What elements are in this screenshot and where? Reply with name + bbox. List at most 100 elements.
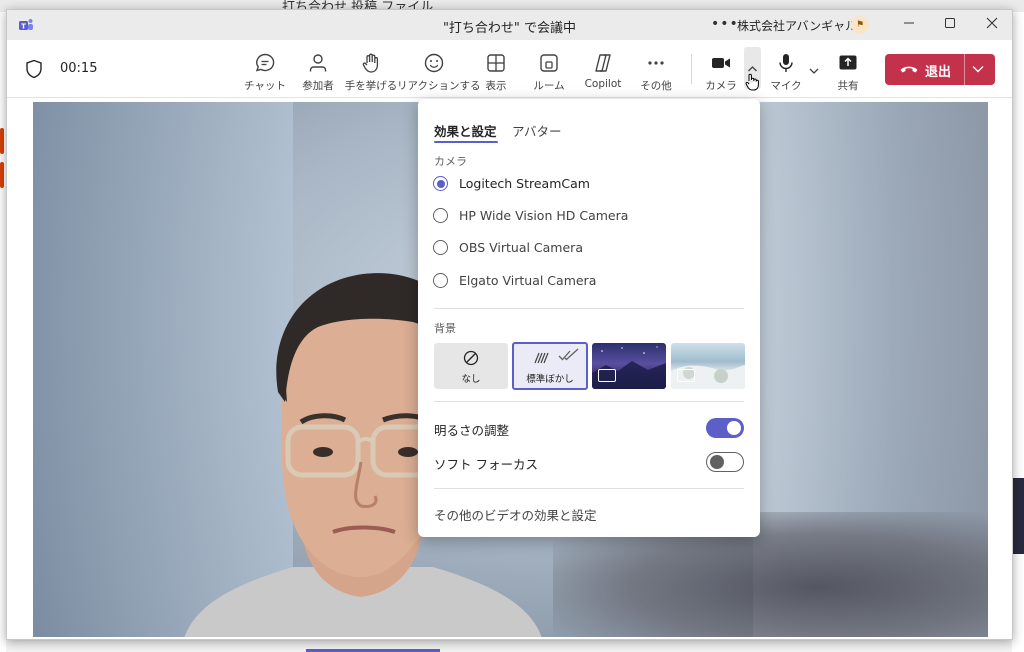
night-landscape-image bbox=[592, 346, 666, 389]
camera-option-label: Elgato Virtual Camera bbox=[459, 273, 597, 288]
titlebar-more-icon[interactable]: ••• bbox=[711, 16, 739, 32]
chat-label: チャット bbox=[244, 80, 286, 92]
mic-label: マイク bbox=[770, 80, 802, 92]
soft-focus-toggle-row: ソフト フォーカス bbox=[434, 452, 744, 472]
background-image-option[interactable] bbox=[592, 343, 666, 389]
copilot-label: Copilot bbox=[584, 78, 622, 90]
chat-button[interactable]: チャット bbox=[235, 48, 295, 94]
radio-unselected[interactable] bbox=[433, 240, 448, 255]
camera-option[interactable]: OBS Virtual Camera bbox=[433, 238, 733, 258]
toggle-knob bbox=[710, 455, 724, 469]
active-tab-indicator bbox=[434, 141, 498, 143]
background-dark-panel bbox=[1012, 478, 1024, 554]
maximize-icon bbox=[945, 18, 955, 28]
raise-hand-button[interactable]: 手を挙げる bbox=[341, 48, 401, 94]
tab-effects-settings[interactable]: 効果と設定 bbox=[434, 121, 497, 140]
mic-icon bbox=[779, 54, 793, 72]
more-label: その他 bbox=[640, 80, 672, 92]
shield-icon[interactable] bbox=[25, 59, 43, 79]
camera-option[interactable]: Logitech StreamCam bbox=[433, 174, 733, 194]
leave-label: 退出 bbox=[925, 65, 952, 80]
toggle-knob bbox=[727, 421, 741, 435]
more-button[interactable]: その他 bbox=[626, 48, 686, 94]
meeting-timer: 00:15 bbox=[60, 61, 98, 76]
camera-options-popup: 効果と設定 アバター カメラ Logitech StreamCam HP Wid… bbox=[418, 99, 760, 537]
section-divider bbox=[434, 308, 744, 309]
background-blur-option[interactable]: 標準ぼかし bbox=[512, 342, 588, 390]
camera-option[interactable]: HP Wide Vision HD Camera bbox=[433, 206, 733, 226]
tab-avatar[interactable]: アバター bbox=[512, 121, 562, 140]
hand-cursor-icon bbox=[745, 73, 759, 91]
section-divider bbox=[434, 401, 744, 402]
view-grid-icon bbox=[487, 54, 505, 72]
share-icon bbox=[839, 55, 857, 70]
section-divider bbox=[434, 488, 744, 489]
camera-icon bbox=[712, 58, 730, 68]
raise-hand-icon bbox=[362, 53, 379, 73]
background-orange-marker bbox=[0, 162, 4, 188]
react-label: リアクションする bbox=[397, 80, 481, 92]
minimize-button[interactable] bbox=[897, 14, 921, 36]
share-button[interactable]: 共有 bbox=[825, 48, 871, 94]
mic-button[interactable]: マイク bbox=[763, 48, 809, 94]
participants-button[interactable]: 参加者 bbox=[288, 48, 348, 94]
leave-button[interactable]: 退出 bbox=[885, 54, 995, 85]
radio-unselected[interactable] bbox=[433, 273, 448, 288]
soft-focus-label: ソフト フォーカス bbox=[434, 457, 538, 472]
phone-hangup-icon bbox=[900, 66, 918, 73]
chat-icon bbox=[255, 53, 275, 72]
camera-option[interactable]: Elgato Virtual Camera bbox=[433, 271, 733, 291]
brightness-toggle[interactable] bbox=[706, 418, 744, 438]
title-bar: T "打ち合わせ" で会議中 ••• 株式会社アバンギャルド ⚑ bbox=[7, 10, 1012, 40]
share-label: 共有 bbox=[837, 80, 859, 92]
video-background-icon bbox=[677, 369, 695, 382]
double-check-icon bbox=[558, 348, 579, 361]
radio-selected[interactable] bbox=[433, 176, 448, 191]
background-none-label: なし bbox=[461, 374, 481, 385]
blur-icon bbox=[534, 352, 549, 364]
copilot-icon bbox=[595, 54, 611, 72]
background-right-pane bbox=[1012, 12, 1024, 652]
background-orange-marker bbox=[0, 128, 4, 154]
camera-option-label: Logitech StreamCam bbox=[459, 176, 590, 191]
snow-landscape-image bbox=[671, 365, 745, 389]
brightness-toggle-row: 明るさの調整 bbox=[434, 418, 744, 438]
maximize-button[interactable] bbox=[938, 14, 962, 36]
background-none-option[interactable]: なし bbox=[434, 343, 508, 389]
meeting-toolbar: 00:15 チャット 参加者 手を挙げる リアクションする 表示 ルーム Cop… bbox=[7, 40, 1012, 98]
copilot-button[interactable]: Copilot bbox=[573, 48, 633, 94]
mic-options-chevron-icon[interactable] bbox=[808, 66, 820, 76]
camera-section-label: カメラ bbox=[434, 155, 467, 168]
minimize-icon bbox=[904, 22, 914, 24]
view-label: 表示 bbox=[485, 80, 507, 92]
video-background-icon bbox=[598, 369, 616, 382]
raise-hand-label: 手を挙げる bbox=[344, 80, 398, 92]
leave-divider bbox=[964, 54, 965, 85]
camera-option-label: HP Wide Vision HD Camera bbox=[459, 208, 629, 223]
participants-label: 参加者 bbox=[302, 80, 334, 92]
close-icon bbox=[986, 17, 998, 29]
chevron-down-icon[interactable] bbox=[971, 63, 985, 75]
more-video-settings-link[interactable]: その他のビデオの効果と設定 bbox=[434, 505, 597, 524]
brightness-label: 明るさの調整 bbox=[434, 423, 510, 438]
view-button[interactable]: 表示 bbox=[466, 48, 526, 94]
background-blur-label: 標準ぼかし bbox=[526, 374, 574, 385]
org-name[interactable]: 株式会社アバンギャルド bbox=[737, 17, 869, 34]
rooms-button[interactable]: ルーム bbox=[519, 48, 579, 94]
camera-option-label: OBS Virtual Camera bbox=[459, 240, 583, 255]
close-button[interactable] bbox=[980, 14, 1004, 36]
rooms-icon bbox=[540, 54, 558, 72]
org-badge-icon[interactable]: ⚑ bbox=[851, 16, 869, 34]
soft-focus-toggle[interactable] bbox=[706, 452, 744, 472]
background-image-option[interactable] bbox=[671, 343, 745, 389]
people-icon bbox=[309, 54, 327, 72]
camera-label: カメラ bbox=[705, 80, 737, 92]
radio-unselected[interactable] bbox=[433, 208, 448, 223]
rooms-label: ルーム bbox=[533, 80, 565, 92]
none-icon bbox=[463, 350, 479, 366]
camera-button[interactable]: カメラ bbox=[697, 48, 745, 94]
background-section-label: 背景 bbox=[434, 322, 456, 335]
more-icon bbox=[648, 61, 664, 65]
toolbar-separator bbox=[691, 54, 692, 84]
react-button[interactable]: リアクションする bbox=[397, 48, 481, 94]
